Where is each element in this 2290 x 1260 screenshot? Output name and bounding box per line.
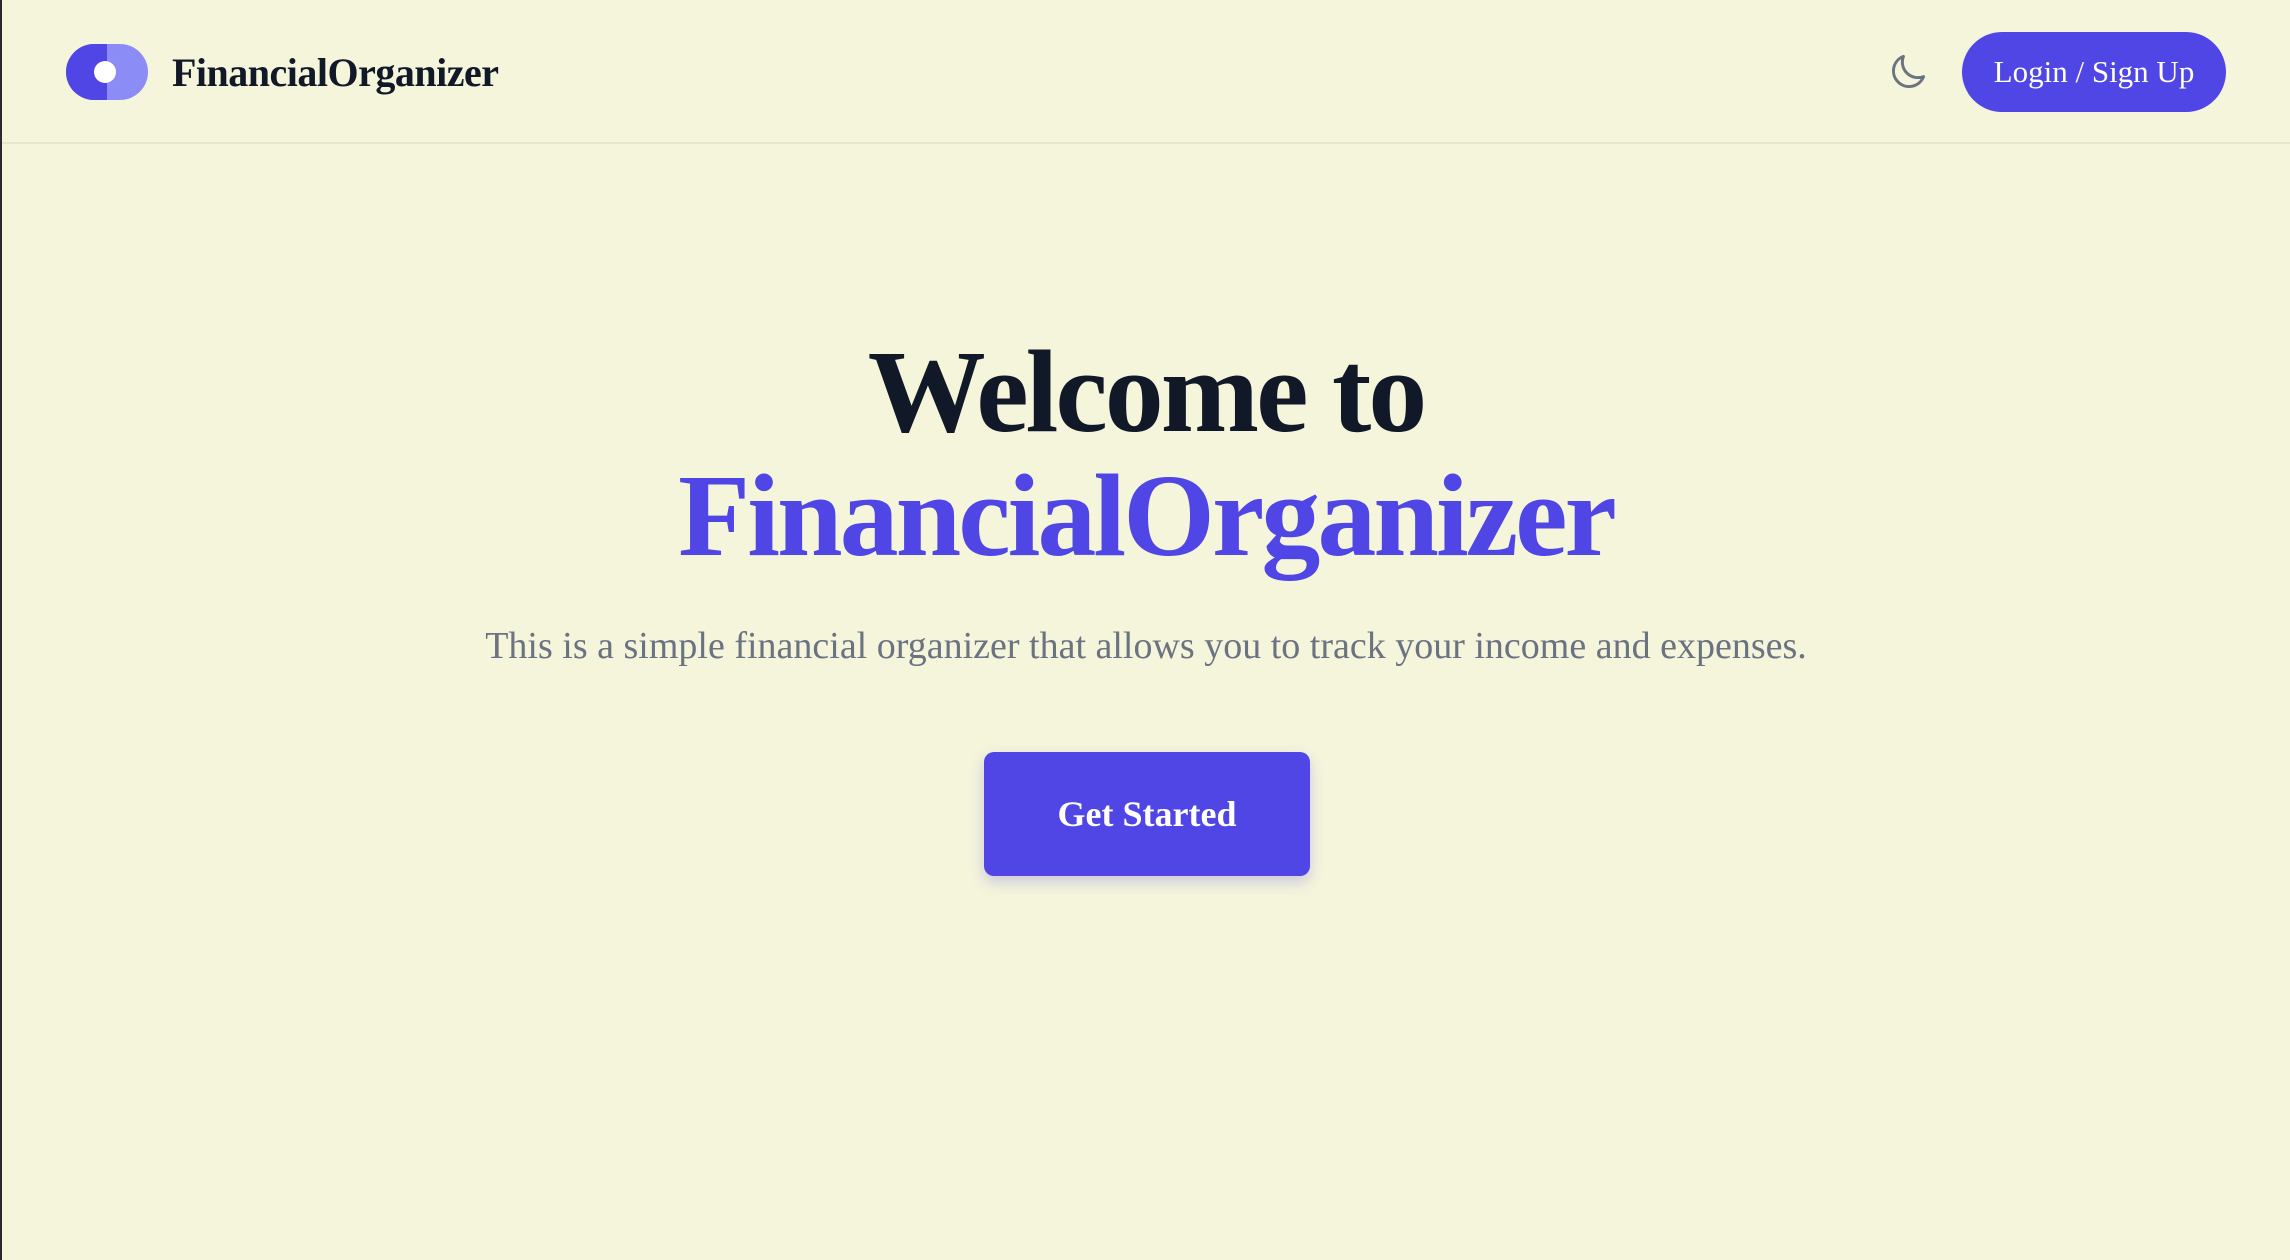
logo-dot	[94, 61, 116, 83]
hero-section: Welcome to FinancialOrganizer This is a …	[2, 330, 2290, 670]
login-signup-button[interactable]: Login / Sign Up	[1962, 32, 2226, 112]
moon-icon	[1892, 54, 1926, 88]
hero-title-line1: Welcome to	[867, 326, 1428, 457]
theme-toggle-button[interactable]	[1880, 44, 1936, 100]
get-started-button[interactable]: Get Started	[984, 752, 1310, 876]
navbar: FinancialOrganizer Login / Sign Up	[2, 0, 2290, 144]
hero-title-brand: FinancialOrganizer	[678, 450, 1617, 581]
app-window: FinancialOrganizer Login / Sign Up Welco…	[0, 0, 2290, 1260]
brand-name: FinancialOrganizer	[172, 49, 499, 95]
toggle-logo-icon	[66, 44, 148, 100]
hero-subtitle: This is a simple financial organizer tha…	[485, 625, 1807, 667]
brand[interactable]: FinancialOrganizer	[66, 30, 499, 114]
